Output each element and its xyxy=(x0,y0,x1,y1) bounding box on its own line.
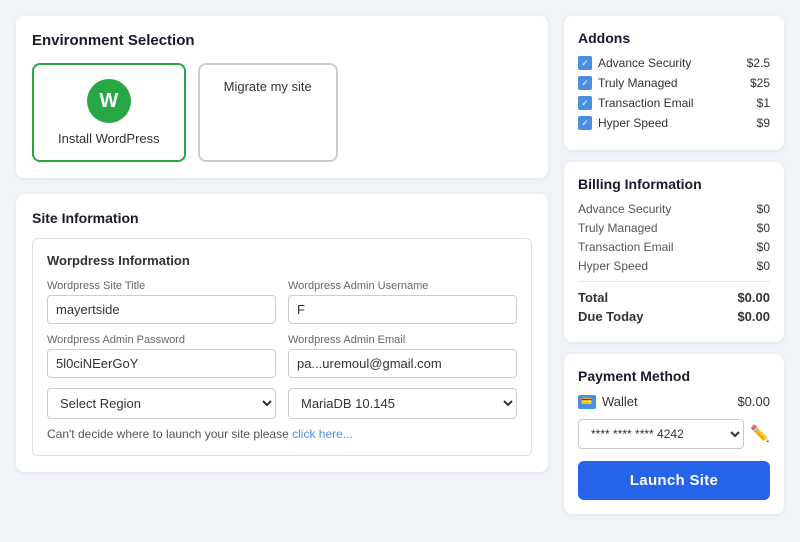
addon-checkbox-3[interactable]: ✓ xyxy=(578,116,592,130)
total-row: Total $0.00 xyxy=(578,290,770,305)
billing-title: Billing Information xyxy=(578,176,770,192)
billing-value-2: $0 xyxy=(757,240,770,254)
addon-name-0: Advance Security xyxy=(598,56,691,70)
env-install-label: Install WordPress xyxy=(58,131,160,146)
environment-title: Environment Selection xyxy=(32,32,532,49)
wallet-icon: 💳 xyxy=(578,395,596,409)
billing-row-1: Truly Managed $0 xyxy=(578,221,770,235)
wallet-label: Wallet xyxy=(602,394,638,409)
launch-site-button[interactable]: Launch Site xyxy=(578,461,770,500)
selects-row: Select Region MariaDB 10.145 xyxy=(47,388,517,419)
billing-row-3: Hyper Speed $0 xyxy=(578,259,770,273)
addon-checkbox-2[interactable]: ✓ xyxy=(578,96,592,110)
billing-label-1: Truly Managed xyxy=(578,221,658,235)
card-row: **** **** **** 4242 ✏️ xyxy=(578,419,770,449)
admin-email-input[interactable] xyxy=(288,349,517,378)
cant-decide-text: Can't decide where to launch your site p… xyxy=(47,427,517,441)
environment-selection-card: Environment Selection W Install WordPres… xyxy=(16,16,548,178)
billing-divider xyxy=(578,281,770,282)
admin-password-group: Wordpress Admin Password xyxy=(47,334,276,378)
admin-username-group: Wordpress Admin Username xyxy=(288,280,517,324)
due-today-value: $0.00 xyxy=(737,309,770,324)
addons-list: ✓ Advance Security $2.5 ✓ Truly Managed … xyxy=(578,56,770,130)
wallet-row: 💳 Wallet $0.00 xyxy=(578,394,770,409)
due-today-label: Due Today xyxy=(578,309,644,324)
click-here-link[interactable]: click here... xyxy=(292,427,353,441)
addon-name-2: Transaction Email xyxy=(598,96,694,110)
addon-row-3: ✓ Hyper Speed $9 xyxy=(578,116,770,130)
total-label: Total xyxy=(578,290,608,305)
due-today-row: Due Today $0.00 xyxy=(578,309,770,324)
addon-name-1: Truly Managed xyxy=(598,76,678,90)
admin-username-label: Wordpress Admin Username xyxy=(288,280,517,292)
addon-price-1: $25 xyxy=(750,76,770,90)
form-row-1: Wordpress Site Title Wordpress Admin Use… xyxy=(47,280,517,324)
wallet-value: $0.00 xyxy=(737,394,770,409)
form-row-2: Wordpress Admin Password Wordpress Admin… xyxy=(47,334,517,378)
wordpress-info-inner: Worpdress Information Wordpress Site Tit… xyxy=(32,238,532,456)
addon-checkbox-0[interactable]: ✓ xyxy=(578,56,592,70)
addon-row-0: ✓ Advance Security $2.5 xyxy=(578,56,770,70)
site-title-label: Wordpress Site Title xyxy=(47,280,276,292)
wordpress-info-title: Worpdress Information xyxy=(47,253,517,268)
billing-value-1: $0 xyxy=(757,221,770,235)
wordpress-icon: W xyxy=(87,79,131,123)
addon-price-0: $2.5 xyxy=(747,56,770,70)
admin-password-label: Wordpress Admin Password xyxy=(47,334,276,346)
billing-label-2: Transaction Email xyxy=(578,240,674,254)
billing-label-3: Hyper Speed xyxy=(578,259,648,273)
billing-row-2: Transaction Email $0 xyxy=(578,240,770,254)
site-title-group: Wordpress Site Title xyxy=(47,280,276,324)
site-information-card: Site Information Worpdress Information W… xyxy=(16,194,548,472)
total-value: $0.00 xyxy=(737,290,770,305)
db-version-select[interactable]: MariaDB 10.145 xyxy=(288,388,517,419)
addon-row-2: ✓ Transaction Email $1 xyxy=(578,96,770,110)
payment-section: Payment Method 💳 Wallet $0.00 **** **** … xyxy=(564,354,784,514)
billing-list: Advance Security $0 Truly Managed $0 Tra… xyxy=(578,202,770,273)
addon-price-3: $9 xyxy=(757,116,770,130)
region-select[interactable]: Select Region xyxy=(47,388,276,419)
admin-email-group: Wordpress Admin Email xyxy=(288,334,517,378)
addons-title: Addons xyxy=(578,30,770,46)
payment-title: Payment Method xyxy=(578,368,770,384)
addon-row-1: ✓ Truly Managed $25 xyxy=(578,76,770,90)
addon-price-2: $1 xyxy=(757,96,770,110)
admin-email-label: Wordpress Admin Email xyxy=(288,334,517,346)
env-install-wordpress[interactable]: W Install WordPress xyxy=(32,63,186,162)
site-title-input[interactable] xyxy=(47,295,276,324)
addons-section: Addons ✓ Advance Security $2.5 ✓ Truly M… xyxy=(564,16,784,150)
admin-password-input[interactable] xyxy=(47,349,276,378)
env-migrate-label: Migrate my site xyxy=(224,79,312,94)
card-select[interactable]: **** **** **** 4242 xyxy=(578,419,744,449)
billing-row-0: Advance Security $0 xyxy=(578,202,770,216)
edit-card-icon[interactable]: ✏️ xyxy=(750,424,770,444)
admin-username-input[interactable] xyxy=(288,295,517,324)
billing-section: Billing Information Advance Security $0 … xyxy=(564,162,784,342)
billing-value-3: $0 xyxy=(757,259,770,273)
billing-value-0: $0 xyxy=(757,202,770,216)
site-info-title: Site Information xyxy=(32,210,532,226)
environment-options: W Install WordPress Migrate my site xyxy=(32,63,532,162)
addon-checkbox-1[interactable]: ✓ xyxy=(578,76,592,90)
billing-label-0: Advance Security xyxy=(578,202,671,216)
addon-name-3: Hyper Speed xyxy=(598,116,668,130)
env-migrate-site[interactable]: Migrate my site xyxy=(198,63,338,162)
